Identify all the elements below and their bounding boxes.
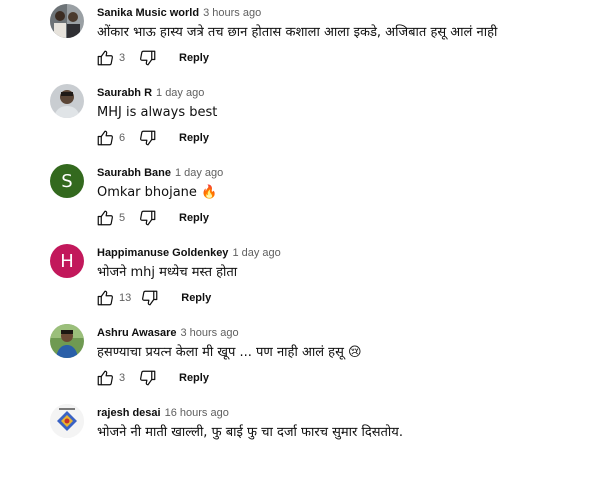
dislike-button[interactable] [139,209,157,227]
user-photo-icon [50,84,84,118]
reply-button[interactable]: Reply [181,292,211,304]
thumbs-up-icon [97,370,113,386]
comment-text: MHJ is always best [97,105,218,120]
avatar[interactable] [50,324,84,358]
comment-text: ओंकार भाऊ हास्य जत्रे तच छान होतास कशाला… [97,25,498,40]
like-count: 3 [119,52,126,64]
like-count: 5 [119,212,126,224]
avatar[interactable] [50,84,84,118]
thumbs-up-icon [97,130,113,146]
dislike-button[interactable] [139,129,157,147]
author-name[interactable]: Sanika Music world [97,7,199,19]
author-name[interactable]: Saurabh R [97,87,152,99]
thumbs-down-icon [140,50,156,66]
comment-item: Saurabh R1 day ago MHJ is always best 6 … [0,80,600,160]
avatar[interactable]: S [50,164,84,198]
author-name[interactable]: Saurabh Bane [97,167,171,179]
avatar-letter: S [61,170,73,192]
comment-item: H Happimanuse Goldenkey 1 day ago भोजने m… [0,240,600,320]
like-count: 3 [119,372,126,384]
like-button[interactable] [96,289,114,307]
avatar[interactable] [50,404,84,438]
like-button[interactable] [96,369,114,387]
dislike-button[interactable] [139,49,157,67]
comment-time[interactable]: 1 day ago [156,87,204,99]
avatar[interactable] [50,4,84,38]
dislike-button[interactable] [139,369,157,387]
like-count: 13 [119,292,132,304]
comment-text: हसण्याचा प्रयत्न केला मी खूप ... पण नाही… [97,345,362,360]
thumbs-up-icon [97,50,113,66]
reply-button[interactable]: Reply [179,132,209,144]
avatar[interactable]: H [50,244,84,278]
user-photo-icon [50,324,84,358]
comment-text: भोजने mhj मध्येच मस्त होता [97,265,238,280]
like-button[interactable] [96,209,114,227]
comment-text: भोजने नी माती खाल्ली, फु बाई फु चा दर्जा… [97,425,403,440]
comment-item: rajesh desai 16 hours ago भोजने नी माती ख… [0,400,600,480]
author-name[interactable]: Happimanuse Goldenkey [97,247,228,259]
thumbs-up-icon [97,210,113,226]
comment-item: Ashru Awasare 3 hours ago हसण्याचा प्रयत्… [0,320,600,400]
like-count: 6 [119,132,126,144]
comment-time[interactable]: 3 hours ago [180,327,238,339]
thumbs-up-icon [97,290,113,306]
thumbs-down-icon [140,210,156,226]
thumbs-down-icon [140,130,156,146]
reply-button[interactable]: Reply [179,52,209,64]
reply-button[interactable]: Reply [179,372,209,384]
author-name[interactable]: Ashru Awasare [97,327,176,339]
avatar-letter: H [60,250,74,272]
thumbs-down-icon [140,370,156,386]
thumbs-down-icon [142,290,158,306]
reply-button[interactable]: Reply [179,212,209,224]
comment-time[interactable]: 3 hours ago [203,7,261,19]
user-photo-icon [50,4,84,38]
comment-item: S Saurabh Bane 1 day ago Omkar bhojane 🔥 … [0,160,600,240]
comment-time[interactable]: 1 day ago [232,247,280,259]
comment-item: Sanika Music world 3 hours ago ओंकार भाऊ … [0,0,600,80]
comment-time[interactable]: 1 day ago [175,167,223,179]
like-button[interactable] [96,49,114,67]
comment-time[interactable]: 16 hours ago [165,407,229,419]
channel-logo-icon [50,404,84,438]
author-name[interactable]: rajesh desai [97,407,161,419]
like-button[interactable] [96,129,114,147]
comment-text: Omkar bhojane 🔥 [97,185,218,200]
dislike-button[interactable] [141,289,159,307]
